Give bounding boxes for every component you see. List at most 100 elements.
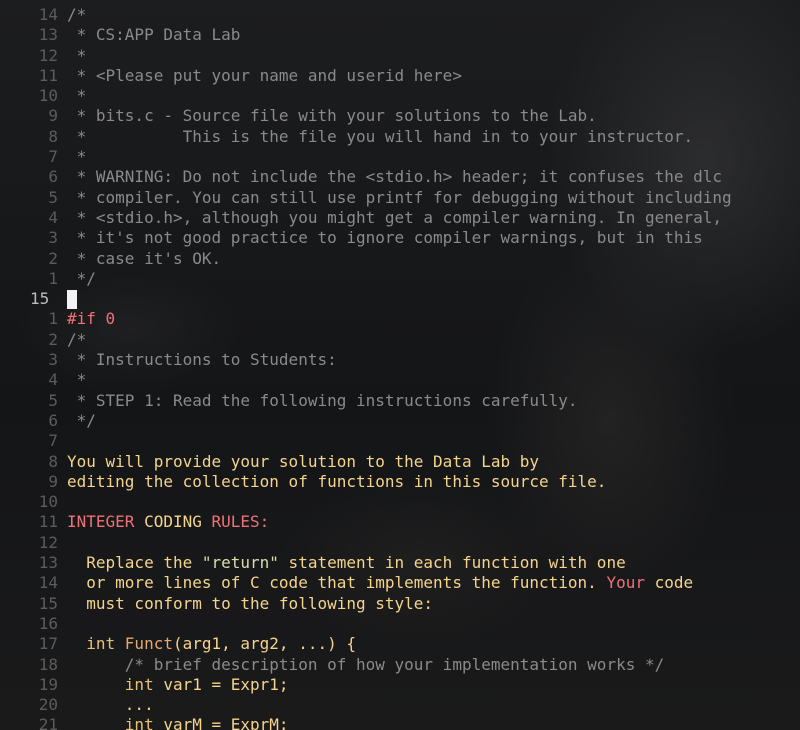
code-token: * <stdio.h>, although you might get a co… [67,207,723,227]
line-number: 8 [48,451,58,471]
line-code: /* [67,5,86,25]
code-line[interactable]: 12 [0,533,800,553]
line-number: 17 [38,634,58,654]
code-line[interactable]: 2 * case it's OK. [0,249,800,269]
code-line[interactable]: 10 [0,492,800,512]
line-number: 2 [48,248,58,268]
line-number: 6 [48,410,58,430]
line-number: 12 [38,45,58,65]
line-number: 4 [48,207,58,227]
code-token: int [67,634,125,654]
line-number: 8 [48,126,58,146]
code-line[interactable]: 1 */ [0,269,800,289]
code-line[interactable]: 8 You will provide your solution to the D… [0,452,800,472]
code-token: /* [67,5,87,24]
line-code: * [67,370,87,390]
code-line[interactable]: 19 int var1 = Expr1; [0,675,800,695]
line-number: 15 [30,289,50,309]
line-code: * <Please put your name and userid here> [67,66,462,86]
line-number: 20 [38,695,58,715]
line-number: 9 [48,471,58,491]
line-code: * it's not good practice to ignore compi… [67,228,703,248]
line-number: 2 [48,329,58,349]
code-token: * WARNING: Do not include the <stdio.h> … [67,167,723,187]
code-line[interactable]: 20 ... [0,695,800,715]
line-code: * This is the file you will hand in to y… [67,126,694,147]
line-number: 7 [48,431,58,451]
code-line[interactable]: 6 */ [0,411,800,431]
code-token: * [67,45,87,65]
line-code: INTEGER CODING RULES: [67,512,269,532]
code-token: int [67,674,164,694]
code-line[interactable]: 11 INTEGER CODING RULES: [0,512,800,532]
code-token: /* [67,329,87,349]
line-number: 3 [48,228,58,248]
line-number: 9 [48,106,58,126]
code-token: or more lines of C code that implements … [67,573,607,593]
code-line[interactable]: 1 #if 0 [0,309,800,329]
code-token: * case it's OK. [67,248,222,268]
code-line[interactable]: 12 * [0,46,800,66]
code-editor[interactable]: 14/* 13 * CS:APP Data Lab 12 * 11 * <Please… [0,5,800,730]
code-line[interactable]: 3 * Instructions to Students: [0,350,800,370]
code-token: CODING [144,512,212,532]
current-line[interactable]: 15 [0,289,800,310]
code-line[interactable]: 8 * This is the file you will hand in to… [0,127,800,147]
code-token: * [67,370,87,390]
line-number: 18 [38,654,58,674]
code-line[interactable]: 5 * compiler. You can still use printf f… [0,188,800,208]
code-token: */ [67,410,96,430]
line-code: */ [67,269,96,289]
code-line[interactable]: 9 * bits.c - Source file with your solut… [0,106,800,126]
code-line[interactable]: 13 Replace the "return" statement in eac… [0,553,800,573]
code-line[interactable]: 14 /* [0,5,800,25]
code-line[interactable]: 13 * CS:APP Data Lab [0,25,800,45]
code-line[interactable]: 2 /* [0,330,800,350]
line-number: 12 [38,532,58,552]
line-number: 6 [48,167,58,187]
code-line[interactable]: 18 /* brief description of how your impl… [0,655,800,675]
code-line[interactable]: 11 * <Please put your name and userid he… [0,66,800,86]
line-code: * [67,86,87,106]
line-number: 15 [38,593,58,613]
line-number: 14 [38,5,58,24]
code-token: code [644,573,694,593]
code-line[interactable]: 7 [0,431,800,451]
line-code: or more lines of C code that implements … [67,573,693,593]
code-line[interactable]: 3 * it's not good practice to ignore com… [0,228,800,248]
code-line[interactable]: 5 * STEP 1: Read the following instructi… [0,391,800,411]
text-cursor [67,290,77,310]
code-token: must conform to the following style: [67,593,434,613]
line-number: 1 [48,268,58,288]
line-code: /* [67,330,86,350]
code-token: * This is the file you will hand in to y… [67,126,694,146]
code-token: Funct [124,634,173,654]
code-token: * [67,86,87,106]
code-line[interactable]: 4 * [0,370,800,390]
code-line[interactable]: 9 editing the collection of functions in … [0,472,800,492]
code-token: RULES: [211,512,270,532]
code-line[interactable]: 21 int varM = ExprM; [0,715,800,730]
code-line[interactable]: 6 * WARNING: Do not include the <stdio.h… [0,167,800,187]
line-number: 11 [38,512,58,532]
code-line[interactable]: 15 must conform to the following style: [0,594,800,614]
line-number: 10 [38,86,58,106]
code-token: varM = ExprM; [163,715,289,730]
line-code: * WARNING: Do not include the <stdio.h> … [67,167,722,187]
line-code [67,289,77,310]
code-line[interactable]: 17 int Funct(arg1, arg2, ...) { [0,634,800,654]
code-line[interactable]: 4 * <stdio.h>, although you might get a … [0,208,800,228]
line-number: 16 [38,613,58,633]
code-token: */ [67,268,96,288]
code-token: You will provide your solution to the Da… [67,451,540,471]
code-line[interactable]: 14 or more lines of C code that implemen… [0,573,800,593]
code-token: editing the collection of functions in t… [67,471,607,491]
code-line[interactable]: 16 [0,614,800,634]
line-code: * CS:APP Data Lab [67,25,241,45]
line-number: 19 [38,674,58,694]
code-line[interactable]: 7 * [0,147,800,167]
code-line[interactable]: 10 * [0,86,800,106]
code-token: * compiler. You can still use printf for… [67,187,732,207]
line-number: 7 [48,147,58,167]
code-token: (arg1, arg2, ...) { [172,634,356,654]
